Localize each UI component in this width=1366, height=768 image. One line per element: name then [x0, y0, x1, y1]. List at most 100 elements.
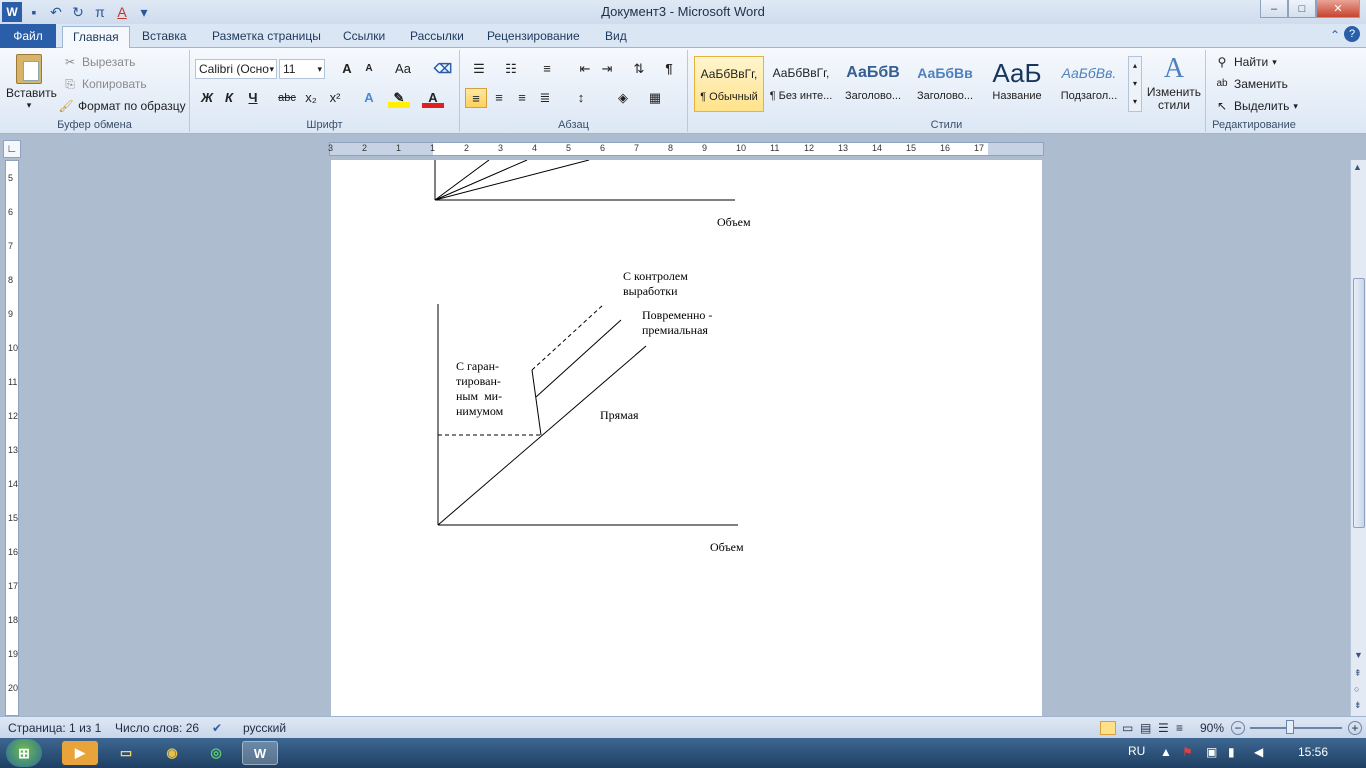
zoom-slider-thumb[interactable] [1286, 720, 1294, 734]
web-layout-icon[interactable]: ▤ [1140, 721, 1151, 735]
clock[interactable]: 15:56 [1298, 745, 1328, 759]
zoom-out-button[interactable]: − [1231, 721, 1245, 735]
tab-page-layout[interactable]: Разметка страницы [202, 26, 331, 48]
full-reading-icon[interactable]: ▭ [1122, 721, 1133, 735]
find-button[interactable]: ⚲ Найти ▾ [1214, 54, 1277, 70]
language-tray[interactable]: RU [1128, 744, 1145, 758]
format-painter-button[interactable]: 🖌 Формат по образцу [58, 98, 185, 114]
sort-icon[interactable]: ⇅ [628, 59, 650, 79]
document-page[interactable]: Объем С контролем выработки Повременно -… [331, 160, 1042, 716]
styles-scroll[interactable]: ▴ ▾ ▾ [1128, 56, 1142, 112]
style-heading1[interactable]: АаБбВ Заголово... [838, 56, 908, 112]
increase-indent-icon[interactable]: ⇥ [596, 59, 618, 79]
draft-icon[interactable]: ≡ [1176, 721, 1183, 735]
device-icon[interactable]: ▣ [1206, 745, 1217, 759]
horizontal-ruler[interactable]: 3 2 1 1 2 3 4 5 6 7 8 9 10 11 12 13 14 15 16 17 [328, 142, 1044, 156]
scroll-down-icon[interactable]: ▼ [1354, 650, 1363, 660]
top-chart-xlabel: Объем [717, 215, 751, 229]
style-no-spacing[interactable]: АаБбВвГг, ¶ Без инте... [766, 56, 836, 112]
paste-button[interactable]: Вставить ▾ [6, 52, 57, 114]
vertical-ruler[interactable]: 5 6 7 8 9 10 11 12 13 14 15 16 17 18 19 20 [5, 160, 19, 716]
zoom-level[interactable]: 90% [1200, 721, 1224, 735]
scroll-up-icon[interactable]: ▲ [1353, 162, 1362, 172]
replace-button[interactable]: ab Заменить [1214, 76, 1288, 92]
multilevel-list-icon[interactable]: ≡ [536, 59, 558, 79]
bold-button[interactable]: Ж [196, 88, 218, 108]
prev-page-icon[interactable]: ⇞ [1354, 668, 1362, 679]
numbering-icon[interactable]: ☷ [500, 59, 522, 79]
scroll-thumb[interactable] [1353, 278, 1365, 528]
browse-object-icon[interactable]: ○ [1354, 684, 1359, 694]
tab-mailings[interactable]: Рассылки [400, 26, 474, 48]
document-area[interactable]: Объем С контролем выработки Повременно -… [20, 160, 1350, 716]
style-heading2[interactable]: АаБбВв Заголово... [910, 56, 980, 112]
underline-button[interactable]: Ч [242, 88, 264, 108]
superscript-button[interactable]: x² [324, 88, 346, 108]
align-right-icon[interactable]: ≡ [511, 88, 533, 108]
ribbon: Вставить ▾ ✂ Вырезать ⎘ Копировать 🖌 Формат… [0, 48, 1366, 134]
clear-formatting-icon[interactable]: ⌫ [432, 59, 454, 79]
print-layout-icon[interactable] [1100, 721, 1116, 735]
bullets-icon[interactable]: ☰ [468, 59, 490, 79]
text-effects-icon[interactable]: A [358, 88, 380, 108]
style-name: ¶ Без инте... [769, 90, 833, 102]
tab-review[interactable]: Рецензирование [477, 26, 590, 48]
italic-button[interactable]: К [218, 88, 240, 108]
tab-view[interactable]: Вид [595, 26, 637, 48]
cut-button[interactable]: ✂ Вырезать [62, 54, 135, 70]
volume-icon[interactable]: ◀ [1254, 745, 1263, 759]
tab-file[interactable]: Файл [0, 24, 56, 48]
minimize-ribbon-icon[interactable]: ⌃ [1330, 28, 1340, 42]
page-count[interactable]: Страница: 1 из 1 [8, 721, 101, 735]
copy-button[interactable]: ⎘ Копировать [62, 76, 146, 92]
zoom-slider[interactable] [1250, 727, 1342, 729]
help-icon[interactable]: ? [1344, 26, 1360, 42]
tab-selector-icon[interactable]: ∟ [3, 140, 21, 158]
line-spacing-icon[interactable]: ↕ [570, 88, 592, 108]
font-name-select[interactable]: Calibri (Осно ▾ [195, 59, 277, 79]
vertical-scrollbar[interactable]: ▲ ▼ ⇞ ○ ⇟ [1350, 160, 1366, 716]
tab-references[interactable]: Ссылки [333, 26, 395, 48]
select-button[interactable]: ↖ Выделить ▾ [1214, 98, 1298, 114]
spellcheck-icon[interactable]: ✔ [212, 721, 222, 735]
align-center-icon[interactable]: ≡ [488, 88, 510, 108]
show-hidden-icon[interactable]: ▲ [1160, 745, 1172, 759]
explorer-icon[interactable]: ▭ [108, 741, 144, 765]
show-marks-button[interactable]: ¶ [658, 59, 680, 79]
zoom-in-button[interactable]: + [1348, 721, 1362, 735]
style-subtitle[interactable]: АаБбВв. Подзагол... [1054, 56, 1124, 112]
decrease-indent-icon[interactable]: ⇤ [574, 59, 596, 79]
tab-home[interactable]: Главная [62, 26, 130, 49]
subscript-button[interactable]: x₂ [300, 88, 322, 108]
justify-icon[interactable]: ≣ [534, 88, 556, 108]
tab-insert[interactable]: Вставка [132, 26, 197, 48]
shrink-font-button[interactable]: A [358, 59, 380, 79]
media-player-icon[interactable]: ▶ [62, 741, 98, 765]
start-button[interactable]: ⊞ [6, 739, 42, 767]
style-title[interactable]: АаБ Название [982, 56, 1052, 112]
close-button[interactable]: ✕ [1316, 0, 1360, 18]
messenger-icon[interactable]: ◎ [198, 741, 234, 765]
shading-icon[interactable]: ◈ [612, 88, 634, 108]
language-indicator[interactable]: русский [243, 721, 286, 735]
maximize-button[interactable]: □ [1288, 0, 1316, 18]
borders-icon[interactable]: ▦ [644, 88, 666, 108]
network-icon[interactable]: ▮ [1228, 745, 1235, 759]
word-count[interactable]: Число слов: 26 [115, 721, 199, 735]
change-case-button[interactable]: Aa [392, 59, 414, 79]
grow-font-button[interactable]: A [336, 59, 358, 79]
highlight-icon[interactable]: ✎ [388, 88, 410, 108]
chrome-icon[interactable]: ◉ [154, 741, 190, 765]
strikethrough-button[interactable]: abc [276, 88, 298, 108]
outline-icon[interactable]: ☰ [1158, 721, 1169, 735]
align-left-icon[interactable]: ≡ [465, 88, 487, 108]
action-center-icon[interactable]: ⚑ [1182, 745, 1193, 759]
next-page-icon[interactable]: ⇟ [1354, 700, 1362, 711]
change-styles-button[interactable]: A Изменить стили [1144, 52, 1204, 116]
word-taskbar-icon[interactable]: W [242, 741, 278, 765]
font-color-button[interactable]: A [422, 88, 444, 108]
ruler-tick: 15 [906, 143, 917, 153]
font-size-select[interactable]: 11 ▾ [279, 59, 325, 79]
style-normal[interactable]: АаБбВвГг, ¶ Обычный [694, 56, 764, 112]
minimize-button[interactable]: – [1260, 0, 1288, 18]
